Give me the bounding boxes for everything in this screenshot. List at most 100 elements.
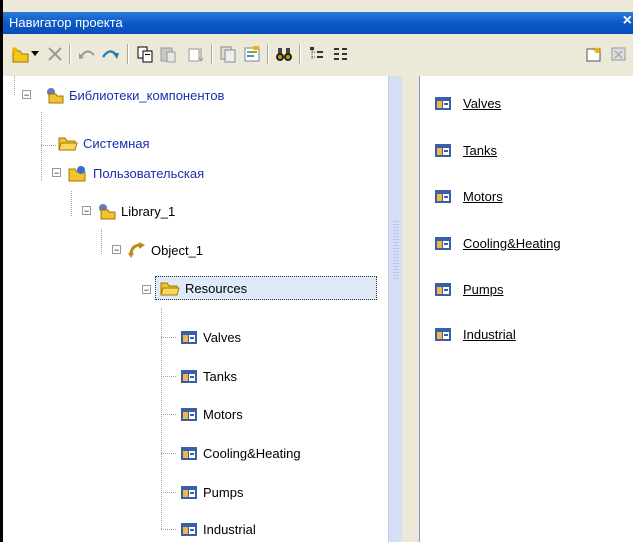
close-window-icon[interactable] [608, 43, 630, 65]
tree-node-cooling-heating[interactable]: Cooling&Heating [179, 442, 301, 464]
tree-node-pumps[interactable]: Pumps [179, 481, 243, 503]
list-item-label[interactable]: Industrial [463, 327, 516, 342]
object-icon [128, 242, 145, 258]
toolbar: ✸ ✸ [3, 34, 633, 77]
copy-icon[interactable] [134, 43, 156, 65]
list-item-valves[interactable]: Valves [433, 94, 501, 112]
redo-icon[interactable] [99, 43, 121, 65]
tree-connector [161, 453, 177, 454]
collapse-toggle[interactable]: − [52, 168, 61, 178]
tree-connector [161, 414, 177, 415]
pane-gap [402, 76, 419, 542]
tree-node-label: Пользовательская [93, 165, 205, 181]
library-folder-icon [99, 204, 116, 220]
tree-connector [41, 145, 57, 146]
tree-node-label: Object_1 [151, 242, 204, 258]
collapse-toggle[interactable]: − [142, 285, 151, 295]
list-item-label[interactable]: Tanks [463, 143, 497, 158]
tree-view-icon[interactable] [306, 43, 328, 65]
collapse-toggle[interactable]: − [22, 90, 31, 100]
component-icon [435, 144, 451, 157]
component-icon [181, 370, 197, 383]
component-icon [181, 331, 197, 344]
component-icon [181, 486, 197, 499]
tree-connector [161, 376, 177, 377]
duplicate-icon[interactable] [217, 43, 239, 65]
tree-node-label: Motors [203, 406, 243, 422]
tree-node-tanks[interactable]: Tanks [179, 365, 237, 387]
tree-node-label: Tanks [203, 368, 237, 384]
list-item-label[interactable]: Motors [463, 189, 503, 204]
library-folder-icon [47, 88, 64, 104]
properties-icon[interactable] [241, 43, 263, 65]
tree-pane[interactable]: − − − − − Библиотеки_компонентов Системн… [3, 76, 388, 542]
collapse-toggle[interactable]: − [112, 245, 121, 255]
undo-icon[interactable] [76, 43, 98, 65]
tree-node-label: Industrial [203, 521, 256, 537]
component-icon [435, 190, 451, 203]
tree-node-resources[interactable]: Resources [155, 276, 377, 300]
find-icon[interactable] [273, 43, 295, 65]
tree-connector [161, 308, 162, 530]
tree-node-label: Valves [203, 329, 242, 345]
tree-node-label: Pumps [203, 484, 244, 500]
list-item-motors[interactable]: Motors [433, 187, 503, 205]
paste-icon[interactable] [157, 43, 179, 65]
tree-connector [161, 337, 177, 338]
list-item-cooling-heating[interactable]: Cooling&Heating [433, 234, 561, 252]
component-icon [435, 328, 451, 341]
tree-node-user[interactable]: Пользовательская [67, 162, 204, 184]
component-icon [435, 97, 451, 110]
tree-connector [41, 112, 42, 182]
tree-node-industrial[interactable]: Industrial [179, 518, 256, 540]
pane-splitter[interactable] [388, 76, 403, 542]
new-item-icon[interactable]: ✸ [9, 43, 31, 65]
list-item-pumps[interactable]: Pumps [433, 280, 503, 298]
tree-node-valves[interactable]: Valves [179, 326, 241, 348]
tree-connector [161, 529, 177, 530]
title-bar[interactable]: Навигатор проекта × [3, 12, 633, 34]
tree-node-label: Библиотеки_компонентов [69, 87, 225, 103]
new-window-icon[interactable]: ✸ [583, 43, 605, 65]
component-icon [181, 523, 197, 536]
tree-node-system[interactable]: Системная [57, 132, 150, 154]
toolbar-separator [299, 44, 301, 64]
component-icon [181, 447, 197, 460]
sort-icon[interactable] [185, 43, 207, 65]
component-icon [181, 408, 197, 421]
dropdown-arrow-icon[interactable] [29, 43, 41, 65]
list-item-industrial[interactable]: Industrial [433, 325, 516, 343]
tree-node-object[interactable]: Object_1 [127, 239, 203, 261]
list-item-label[interactable]: Pumps [463, 282, 503, 297]
component-icon [435, 283, 451, 296]
tree-connector [71, 191, 72, 216]
project-navigator-window: Навигатор проекта × ✸ ✸ − − − − − Библио… [0, 0, 633, 542]
tree-connector [101, 229, 102, 254]
tree-connector [14, 76, 15, 96]
close-icon[interactable]: × [623, 12, 632, 30]
collapse-toggle[interactable]: − [82, 206, 91, 216]
list-item-tanks[interactable]: Tanks [433, 141, 497, 159]
tree-node-label: Library_1 [121, 203, 176, 219]
tree-connector [161, 492, 177, 493]
tree-node-motors[interactable]: Motors [179, 403, 243, 425]
tree-node-label: Cooling&Heating [203, 445, 301, 461]
toolbar-separator [69, 44, 71, 64]
user-folder-icon [68, 166, 86, 182]
splitter-grip[interactable] [393, 221, 399, 281]
tree-node-library[interactable]: Library_1 [97, 200, 175, 222]
list-item-label[interactable]: Cooling&Heating [463, 236, 561, 251]
delete-icon[interactable] [44, 43, 66, 65]
svg-text:✸: ✸ [593, 46, 601, 57]
tree-node-root[interactable]: Библиотеки_компонентов [45, 84, 224, 106]
toolbar-separator [127, 44, 129, 64]
svg-text:✸: ✸ [11, 45, 19, 55]
tree-node-label: Системная [83, 135, 150, 151]
folder-icon [58, 137, 78, 151]
list-item-label[interactable]: Valves [463, 96, 501, 111]
folder-icon [160, 282, 180, 296]
list-view-icon[interactable] [330, 43, 352, 65]
window-title: Навигатор проекта [9, 15, 123, 30]
component-icon [435, 237, 451, 250]
toolbar-separator [211, 44, 213, 64]
